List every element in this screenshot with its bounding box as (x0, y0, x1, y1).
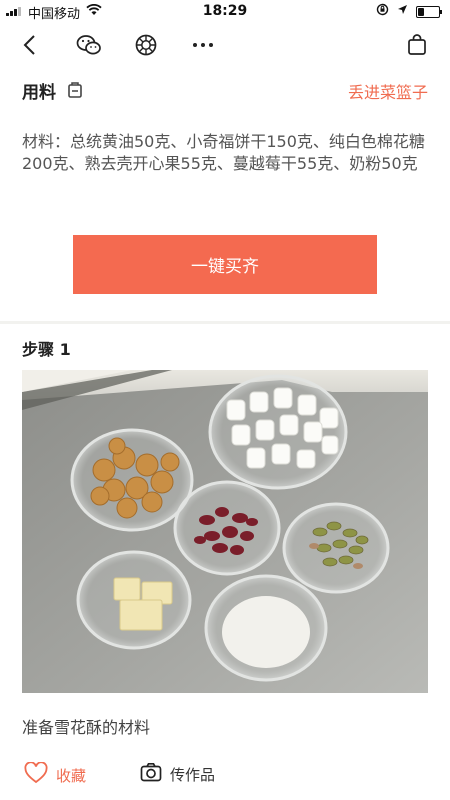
location-icon (397, 4, 408, 19)
step-title: 步骤 1 (22, 340, 71, 359)
buy-all-button[interactable]: 一键买齐 (73, 235, 377, 294)
battery-icon (416, 5, 442, 18)
favorite-label: 收藏 (56, 766, 87, 785)
upload-work-button[interactable]: 传作品 (140, 762, 215, 786)
add-to-basket-link[interactable]: 丢进菜篮子 (348, 79, 428, 103)
moments-icon[interactable] (133, 32, 159, 58)
section-divider (0, 321, 450, 324)
step-description: 准备雪花酥的材料 (22, 718, 151, 737)
nav-bar (0, 22, 450, 70)
favorite-button[interactable]: 收藏 (24, 761, 87, 788)
more-icon[interactable] (190, 32, 216, 58)
heart-icon (24, 761, 48, 788)
wechat-icon[interactable] (76, 32, 102, 58)
upload-label: 传作品 (170, 765, 216, 784)
step-photo[interactable] (22, 370, 428, 693)
camera-icon (140, 762, 162, 786)
ingredients-text: 材料：总统黄油50克、小奇福饼干150克、纯白色棉花糖200克、熟去壳开心果55… (22, 132, 425, 173)
ingredients-title: 用料 (22, 83, 56, 103)
status-bar: 中国移动 18:29 (0, 0, 450, 22)
ingredients-header: 用料 丢进菜篮子 (22, 78, 428, 104)
back-arrow-icon[interactable] (16, 32, 42, 58)
scale-icon[interactable] (68, 81, 82, 103)
bottom-action-bar: 收藏 传作品 (0, 750, 450, 800)
shopping-bag-icon[interactable] (404, 32, 430, 58)
orientation-lock-icon (376, 3, 389, 20)
